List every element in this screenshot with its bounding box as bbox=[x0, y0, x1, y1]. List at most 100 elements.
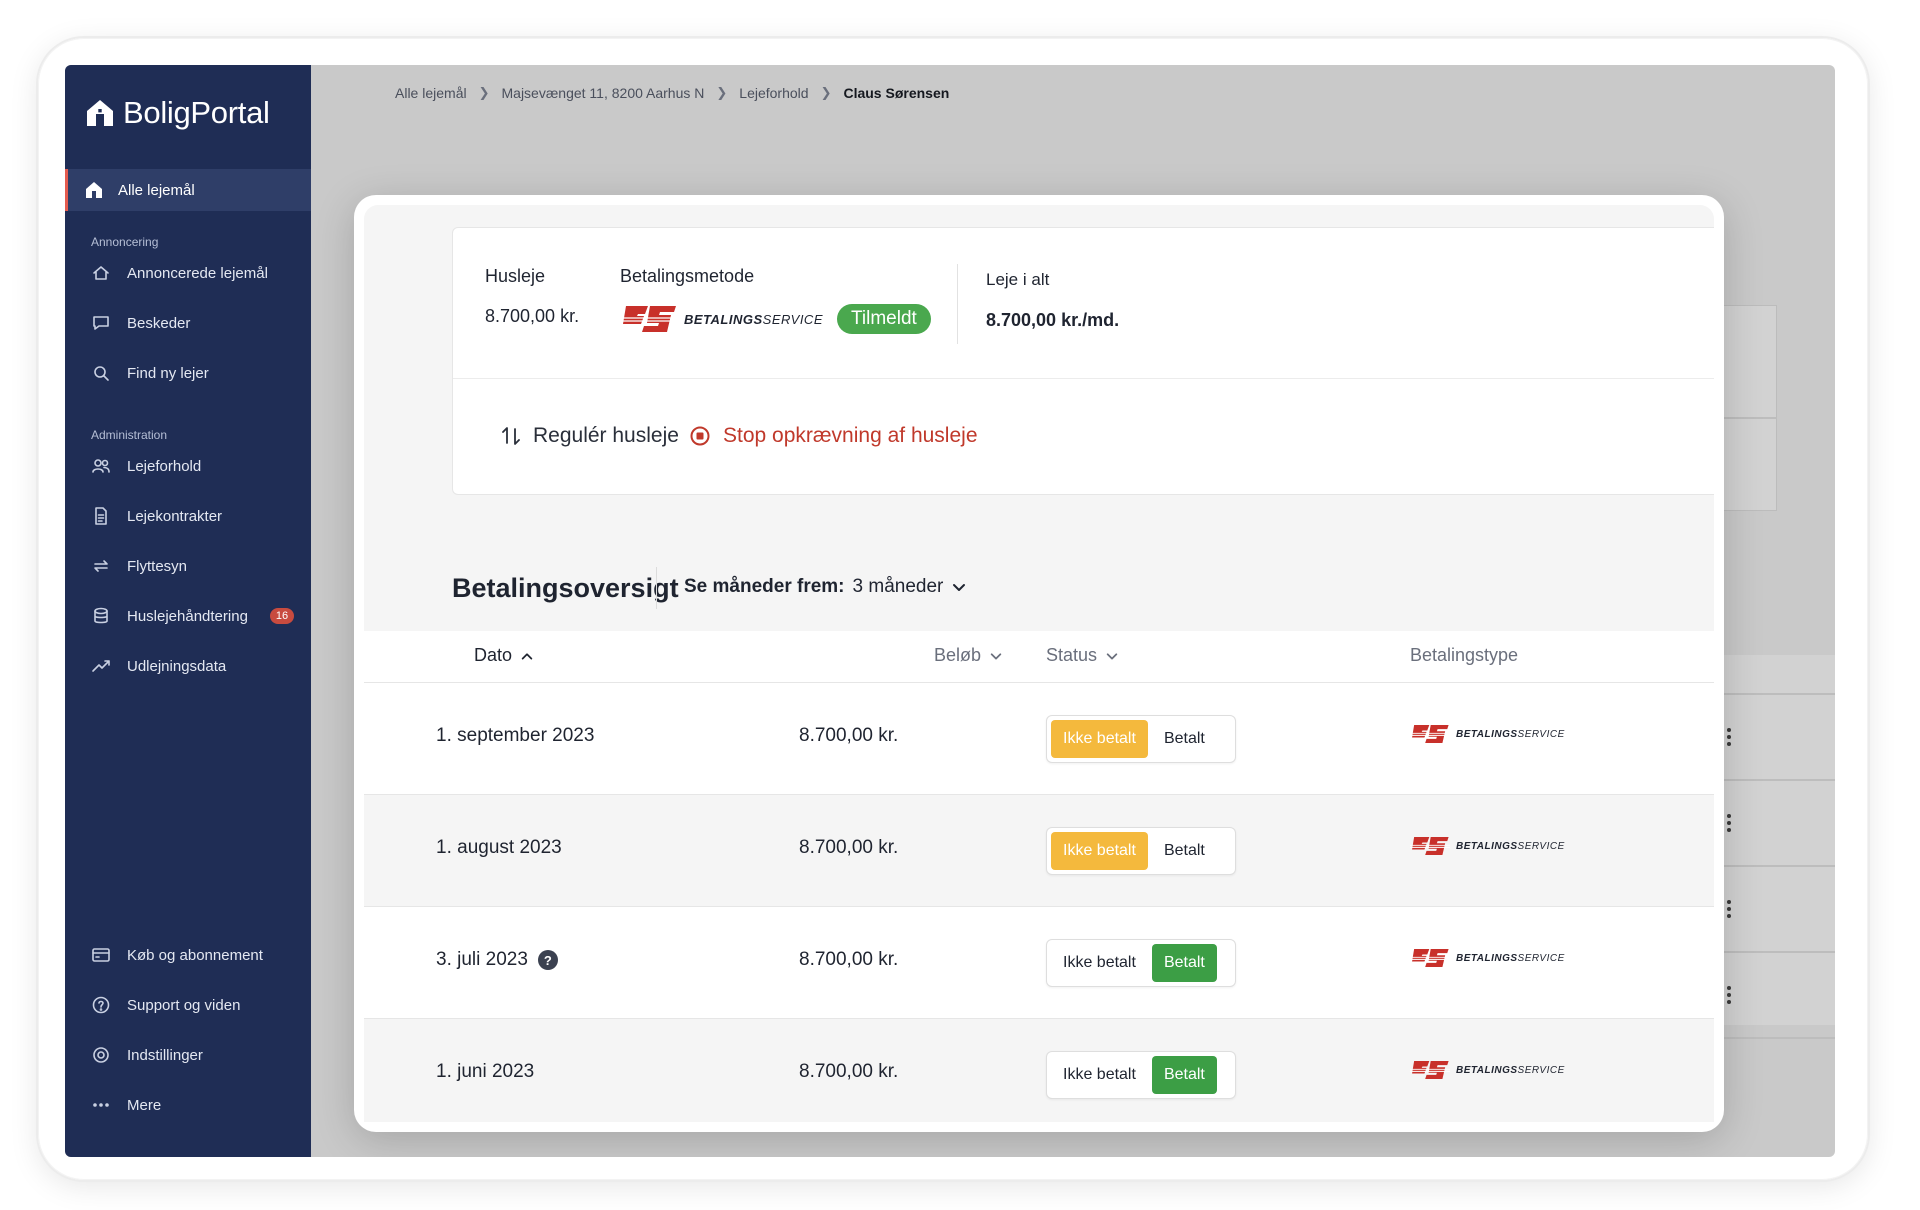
status-paid-option[interactable]: Betalt bbox=[1152, 832, 1217, 870]
app-screen: BoligPortal Alle lejemål Annoncering Ann… bbox=[65, 65, 1835, 1157]
sidebar-item-label: Alle lejemål bbox=[118, 181, 195, 199]
home-icon bbox=[93, 266, 109, 280]
row-amount: 8.700,00 kr. bbox=[799, 725, 899, 746]
document-icon bbox=[95, 507, 107, 525]
sidebar-item-flyttesyn[interactable]: Flyttesyn bbox=[91, 554, 187, 578]
payment-status-toggle: Ikke betalt Betalt bbox=[1046, 939, 1236, 987]
sidebar-item-alle-lejemaal[interactable]: Alle lejemål bbox=[65, 169, 311, 211]
months-ahead-dropdown[interactable]: Se måneder frem: 3 måneder bbox=[684, 576, 967, 598]
row-date: 1. juni 2023 bbox=[436, 1061, 535, 1082]
months-ahead-label: Se måneder frem: bbox=[684, 576, 845, 597]
table-header: Dato Beløb Status Betalingstype bbox=[364, 631, 1714, 683]
stop-rent-collection-label: Stop opkrævning af husleje bbox=[723, 424, 978, 447]
months-ahead-value: 3 måneder bbox=[852, 576, 944, 597]
sidebar-item-label: Beskeder bbox=[127, 314, 191, 332]
payment-method-label: Betalingsmetode bbox=[620, 266, 755, 286]
title-divider bbox=[656, 567, 657, 609]
sidebar-item-label: Udlejningsdata bbox=[127, 657, 227, 675]
rent-value: 8.700,00 kr. bbox=[485, 306, 580, 326]
status-paid-option[interactable]: Betalt bbox=[1152, 720, 1217, 758]
table-row: 1. juni 2023 8.700,00 kr. Ikke betalt Betal… bbox=[364, 1019, 1714, 1122]
stop-circle-icon bbox=[690, 426, 710, 446]
credit-card-icon bbox=[92, 948, 110, 962]
breadcrumb-item[interactable]: Majsevænget 11, 8200 Aarhus N bbox=[502, 85, 705, 101]
chevron-down-icon bbox=[1106, 652, 1118, 659]
row-date: 3. juli 2023? bbox=[436, 949, 558, 971]
betalingsservice-mark-icon bbox=[1410, 949, 1450, 967]
breadcrumb-current: Claus Sørensen bbox=[843, 85, 950, 101]
card-divider bbox=[453, 378, 1714, 379]
sidebar-item-koeb-og-abonnement[interactable]: Køb og abonnement bbox=[91, 943, 263, 967]
sidebar-item-support-og-viden[interactable]: Support og viden bbox=[91, 993, 240, 1017]
house-icon bbox=[86, 182, 102, 198]
column-header-amount[interactable]: Beløb bbox=[934, 645, 1003, 666]
breadcrumb: Alle lejemål ❯ Majsevænget 11, 8200 Aarh… bbox=[395, 85, 949, 101]
payment-status-toggle: Ikke betalt Betalt bbox=[1046, 827, 1236, 875]
payment-overview-title: Betalingsoversigt bbox=[452, 573, 679, 603]
sidebar-item-label: Annoncerede lejemål bbox=[127, 264, 268, 282]
more-vertical-icon[interactable] bbox=[1726, 728, 1732, 748]
breadcrumb-item[interactable]: Lejeforhold bbox=[739, 85, 808, 101]
row-payment-type-logo: BETALINGSSERVICE bbox=[1410, 1059, 1565, 1081]
chevron-down-icon bbox=[953, 584, 966, 591]
adjust-rent-button[interactable]: Regulér husleje bbox=[501, 424, 679, 448]
swap-arrows-icon bbox=[94, 560, 108, 572]
table-row: 3. juli 2023? 8.700,00 kr. Ikke betalt Beta… bbox=[364, 907, 1714, 1019]
sidebar-item-beskeder[interactable]: Beskeder bbox=[91, 311, 190, 335]
sidebar-item-lejeforhold[interactable]: Lejeforhold bbox=[91, 454, 201, 478]
status-unpaid-option[interactable]: Ikke betalt bbox=[1051, 832, 1148, 870]
status-unpaid-option[interactable]: Ikke betalt bbox=[1051, 944, 1148, 982]
rent-modal: Husleje 8.700,00 kr. Betalingsmetode BET… bbox=[354, 195, 1724, 1132]
status-paid-option[interactable]: Betalt bbox=[1151, 944, 1217, 982]
sidebar-item-label: Lejekontrakter bbox=[127, 507, 223, 525]
chat-icon bbox=[93, 316, 109, 330]
sidebar-item-huslejehaandtering[interactable]: Huslejehåndtering 16 bbox=[91, 604, 295, 628]
trend-chart-icon bbox=[92, 660, 110, 672]
sidebar-item-annoncerede-lejemaal[interactable]: Annoncerede lejemål bbox=[91, 261, 268, 285]
section-label-annoncering: Annoncering bbox=[91, 235, 159, 249]
sidebar-item-lejekontrakter[interactable]: Lejekontrakter bbox=[91, 504, 222, 528]
help-icon[interactable]: ? bbox=[537, 950, 558, 970]
sidebar-item-indstillinger[interactable]: Indstillinger bbox=[91, 1043, 203, 1067]
chevron-right-icon: ❯ bbox=[478, 85, 490, 100]
betalingsservice-mark-icon bbox=[1410, 725, 1450, 743]
row-date: 1. august 2023 bbox=[436, 837, 562, 858]
chevron-right-icon: ❯ bbox=[716, 85, 728, 100]
row-date: 1. september 2023 bbox=[436, 725, 595, 746]
sidebar-item-udlejningsdata[interactable]: Udlejningsdata bbox=[91, 654, 226, 678]
chevron-down-icon bbox=[990, 652, 1002, 659]
sort-arrows-icon bbox=[502, 427, 520, 445]
betalingsservice-mark-icon bbox=[1410, 1061, 1450, 1079]
gear-icon bbox=[93, 1047, 109, 1063]
more-horizontal-icon bbox=[93, 1103, 109, 1107]
status-unpaid-option[interactable]: Ikke betalt bbox=[1051, 1056, 1148, 1094]
column-header-status[interactable]: Status bbox=[1046, 645, 1119, 666]
brand-name: BoligPortal bbox=[123, 95, 270, 130]
more-vertical-icon[interactable] bbox=[1726, 986, 1732, 1006]
betalingsservice-text: BETALINGSSERVICE bbox=[684, 311, 823, 327]
betalingsservice-text: BETALINGSSERVICE bbox=[1456, 1064, 1565, 1076]
help-circle-icon bbox=[92, 996, 110, 1014]
total-rent-value: 8.700,00 kr./md. bbox=[986, 310, 1120, 330]
breadcrumb-item[interactable]: Alle lejemål bbox=[395, 85, 467, 101]
sidebar-item-mere[interactable]: Mere bbox=[91, 1093, 161, 1117]
brand-logo[interactable]: BoligPortal bbox=[85, 95, 270, 131]
sidebar-item-label: Lejeforhold bbox=[127, 457, 202, 475]
total-rent-label: Leje i alt bbox=[986, 270, 1050, 289]
notification-badge: 16 bbox=[269, 608, 295, 624]
column-header-date[interactable]: Dato bbox=[474, 645, 534, 666]
more-vertical-icon[interactable] bbox=[1726, 900, 1732, 920]
stop-rent-collection-button[interactable]: Stop opkrævning af husleje bbox=[689, 424, 978, 448]
sidebar: BoligPortal Alle lejemål Annoncering Ann… bbox=[65, 65, 311, 1157]
betalingsservice-text: BETALINGSSERVICE bbox=[1456, 952, 1565, 964]
betalingsservice-mark-icon bbox=[1410, 837, 1450, 855]
row-payment-type-logo: BETALINGSSERVICE bbox=[1410, 835, 1565, 857]
sidebar-item-find-ny-lejer[interactable]: Find ny lejer bbox=[91, 361, 209, 385]
row-amount: 8.700,00 kr. bbox=[799, 949, 899, 970]
chevron-right-icon: ❯ bbox=[820, 85, 832, 100]
more-vertical-icon[interactable] bbox=[1726, 814, 1732, 834]
status-paid-option[interactable]: Betalt bbox=[1151, 1056, 1217, 1094]
status-unpaid-option[interactable]: Ikke betalt bbox=[1051, 720, 1148, 758]
row-payment-type-logo: BETALINGSSERVICE bbox=[1410, 947, 1565, 969]
chevron-up-icon bbox=[521, 652, 533, 659]
